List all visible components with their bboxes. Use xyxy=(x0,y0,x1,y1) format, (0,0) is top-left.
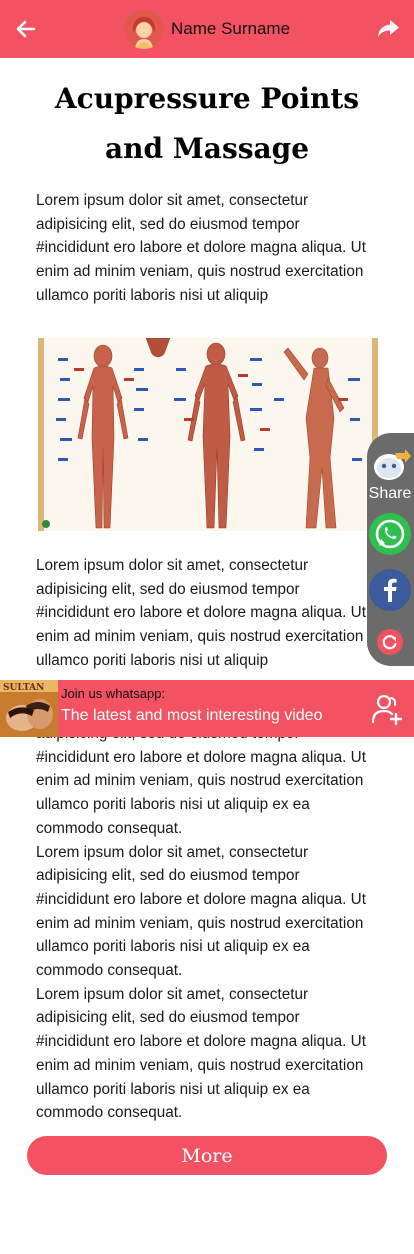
article-paragraph-1: Lorem ipsum dolor sit amet, consectetur … xyxy=(36,192,366,304)
whatsapp-icon[interactable] xyxy=(369,513,411,555)
share-arrow-icon xyxy=(378,20,399,37)
article-paragraph-4: Lorem ipsum dolor sit amet, consectetur … xyxy=(36,843,366,980)
acupressure-chart-image xyxy=(38,338,378,531)
arrow-left-icon xyxy=(16,20,36,38)
article-paragraph-5: Lorem ipsum dolor sit amet, consectetur … xyxy=(36,985,366,1122)
video-thumbnail[interactable]: SULTAN xyxy=(0,680,58,737)
more-button[interactable]: More xyxy=(27,1136,387,1175)
whatsapp-join-banner[interactable]: SULTAN Join us whatsapp: The latest and … xyxy=(0,680,414,737)
back-button[interactable] xyxy=(12,15,40,43)
thumbnail-title: SULTAN xyxy=(3,683,44,693)
user-profile[interactable]: Name Surname xyxy=(124,9,290,49)
whatsapp-join-label: Join us whatsapp: xyxy=(61,686,166,701)
title-line-2: and Massage xyxy=(104,132,310,165)
whatsapp-banner-message: The latest and most interesting video xyxy=(61,707,323,724)
avatar xyxy=(124,9,164,49)
share-label: Share xyxy=(368,485,412,502)
user-name: Name Surname xyxy=(171,19,291,38)
title-line-1: Acupressure Points xyxy=(54,82,360,115)
article-paragraph-2: Lorem ipsum dolor sit amet, consectetur … xyxy=(36,557,366,669)
refresh-icon[interactable] xyxy=(377,629,403,655)
share-button[interactable] xyxy=(374,15,402,43)
article-paragraph-stack: adipisicing elit, sed do eiusmod tempor … xyxy=(36,722,376,1125)
add-user-icon[interactable] xyxy=(370,692,404,726)
share-icon[interactable] xyxy=(371,447,411,483)
floating-share-panel: Share xyxy=(367,433,414,666)
facebook-icon[interactable] xyxy=(369,569,411,611)
top-bar: Name Surname xyxy=(0,0,414,58)
article-paragraph-3: adipisicing elit, sed do eiusmod tempor … xyxy=(36,725,366,837)
page-title: Acupressure Points and Massage xyxy=(20,74,394,174)
